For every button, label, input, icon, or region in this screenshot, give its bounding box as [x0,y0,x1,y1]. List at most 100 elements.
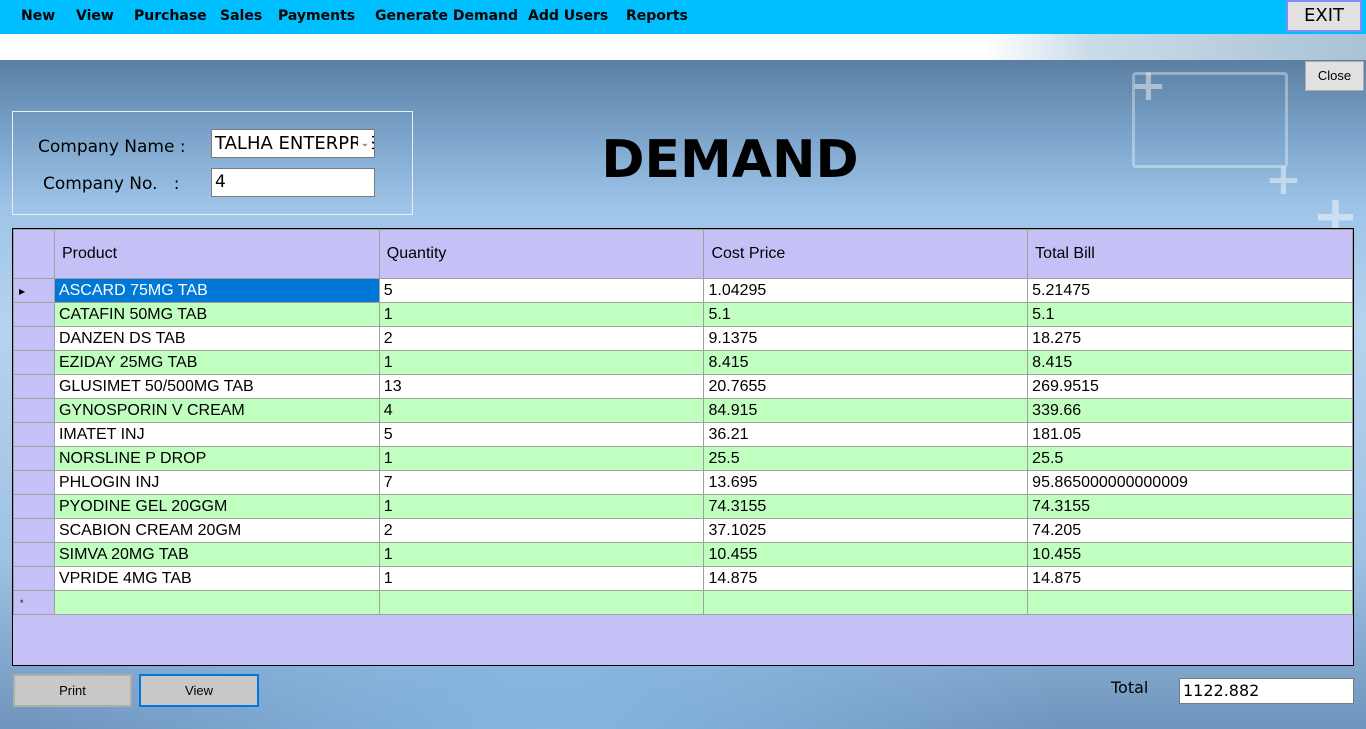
cell-cost-price[interactable]: 20.7655 [703,374,1029,399]
cell-product[interactable] [53,590,380,615]
row-header[interactable] [13,470,55,495]
column-header-cost-price[interactable]: Cost Price [703,229,1029,279]
cell-total-bill[interactable]: 14.875 [1027,566,1353,591]
table-row[interactable]: CATAFIN 50MG TAB 1 5.1 5.1 [13,302,1353,327]
cell-quantity[interactable]: 1 [378,350,705,375]
row-header[interactable] [13,446,55,471]
cell-product[interactable]: IMATET INJ [53,422,380,447]
menu-generate-demand[interactable]: Generate Demand [375,8,518,24]
company-no-input[interactable]: 4 [211,168,375,197]
cell-product[interactable]: SCABION CREAM 20GM [53,518,380,543]
cell-quantity[interactable]: 5 [378,278,705,303]
cell-total-bill[interactable]: 181.05 [1027,422,1353,447]
row-header[interactable] [13,398,55,423]
table-row[interactable]: ▶ ASCARD 75MG TAB 5 1.04295 5.21475 [13,278,1353,303]
cell-cost-price[interactable]: 36.21 [703,422,1029,447]
close-button[interactable]: Close [1305,61,1364,91]
cell-cost-price[interactable]: 74.3155 [703,494,1029,519]
cell-product[interactable]: NORSLINE P DROP [53,446,380,471]
column-header-total-bill[interactable]: Total Bill [1027,229,1353,279]
table-row[interactable]: GLUSIMET 50/500MG TAB 13 20.7655 269.9515 [13,374,1353,399]
table-row[interactable]: DANZEN DS TAB 2 9.1375 18.275 [13,326,1353,351]
cell-cost-price[interactable] [703,590,1029,615]
menu-payments[interactable]: Payments [278,8,355,24]
cell-quantity[interactable]: 1 [378,446,705,471]
row-header[interactable] [13,326,55,351]
company-name-select[interactable]: TALHA ENTERPRISES ⌄ [211,129,375,158]
column-header-product[interactable]: Product [53,229,380,279]
cell-total-bill[interactable]: 8.415 [1027,350,1353,375]
cell-total-bill[interactable]: 5.21475 [1027,278,1353,303]
row-header[interactable] [13,494,55,519]
table-row[interactable]: NORSLINE P DROP 1 25.5 25.5 [13,446,1353,471]
column-header-quantity[interactable]: Quantity [378,229,705,279]
cell-cost-price[interactable]: 37.1025 [703,518,1029,543]
cell-cost-price[interactable]: 8.415 [703,350,1029,375]
cell-product[interactable]: GLUSIMET 50/500MG TAB [53,374,380,399]
cell-cost-price[interactable]: 10.455 [703,542,1029,567]
menu-purchase[interactable]: Purchase [134,8,207,24]
chevron-down-icon[interactable]: ⌄ [358,130,372,157]
cell-product[interactable]: GYNOSPORIN V CREAM [53,398,380,423]
row-header[interactable] [13,422,55,447]
table-row[interactable]: EZIDAY 25MG TAB 1 8.415 8.415 [13,350,1353,375]
cell-cost-price[interactable]: 13.695 [703,470,1029,495]
cell-total-bill[interactable]: 10.455 [1027,542,1353,567]
cell-total-bill[interactable]: 95.865000000000009 [1027,470,1353,495]
cell-product[interactable]: PYODINE GEL 20GGM [53,494,380,519]
menu-add-users[interactable]: Add Users [528,8,608,24]
cell-quantity[interactable]: 2 [378,518,705,543]
menu-view[interactable]: View [76,8,114,24]
cell-total-bill[interactable]: 25.5 [1027,446,1353,471]
cell-total-bill[interactable] [1027,590,1353,615]
cell-total-bill[interactable]: 74.205 [1027,518,1353,543]
cell-cost-price[interactable]: 14.875 [703,566,1029,591]
table-row[interactable]: SCABION CREAM 20GM 2 37.1025 74.205 [13,518,1353,543]
cell-cost-price[interactable]: 84.915 [703,398,1029,423]
row-header[interactable] [13,374,55,399]
row-header[interactable] [13,518,55,543]
cell-product[interactable]: PHLOGIN INJ [53,470,380,495]
cell-cost-price[interactable]: 25.5 [703,446,1029,471]
table-row[interactable]: IMATET INJ 5 36.21 181.05 [13,422,1353,447]
table-row[interactable]: SIMVA 20MG TAB 1 10.455 10.455 [13,542,1353,567]
cell-quantity[interactable]: 5 [378,422,705,447]
demand-grid[interactable]: Product Quantity Cost Price Total Bill ▶… [12,228,1354,666]
cell-quantity[interactable]: 1 [378,542,705,567]
row-header[interactable] [13,350,55,375]
table-row[interactable]: PYODINE GEL 20GGM 1 74.3155 74.3155 [13,494,1353,519]
cell-total-bill[interactable]: 269.9515 [1027,374,1353,399]
cell-quantity[interactable]: 4 [378,398,705,423]
row-header[interactable]: * [13,590,55,615]
menu-sales[interactable]: Sales [220,8,262,24]
table-row[interactable]: PHLOGIN INJ 7 13.695 95.865000000000009 [13,470,1353,495]
menu-new[interactable]: New [21,8,55,24]
cell-product[interactable]: VPRIDE 4MG TAB [53,566,380,591]
cell-total-bill[interactable]: 5.1 [1027,302,1353,327]
view-button[interactable]: View [139,674,259,707]
cell-product[interactable]: SIMVA 20MG TAB [53,542,380,567]
row-header[interactable]: ▶ [13,278,55,303]
table-row[interactable]: GYNOSPORIN V CREAM 4 84.915 339.66 [13,398,1353,423]
table-row[interactable]: VPRIDE 4MG TAB 1 14.875 14.875 [13,566,1353,591]
cell-total-bill[interactable]: 339.66 [1027,398,1353,423]
total-value-field[interactable]: 1122.882 [1179,678,1354,704]
cell-product[interactable]: DANZEN DS TAB [53,326,380,351]
exit-button[interactable]: EXIT [1286,0,1362,32]
cell-cost-price[interactable]: 9.1375 [703,326,1029,351]
cell-quantity[interactable]: 2 [378,326,705,351]
cell-quantity[interactable]: 1 [378,566,705,591]
cell-product[interactable]: ASCARD 75MG TAB [53,278,380,303]
new-row[interactable]: * [13,590,1353,615]
cell-quantity[interactable]: 7 [378,470,705,495]
cell-quantity[interactable] [378,590,705,615]
cell-total-bill[interactable]: 18.275 [1027,326,1353,351]
cell-product[interactable]: CATAFIN 50MG TAB [53,302,380,327]
row-header[interactable] [13,566,55,591]
cell-quantity[interactable]: 1 [378,302,705,327]
cell-product[interactable]: EZIDAY 25MG TAB [53,350,380,375]
cell-cost-price[interactable]: 5.1 [703,302,1029,327]
row-header[interactable] [13,542,55,567]
cell-quantity[interactable]: 13 [378,374,705,399]
row-header[interactable] [13,302,55,327]
